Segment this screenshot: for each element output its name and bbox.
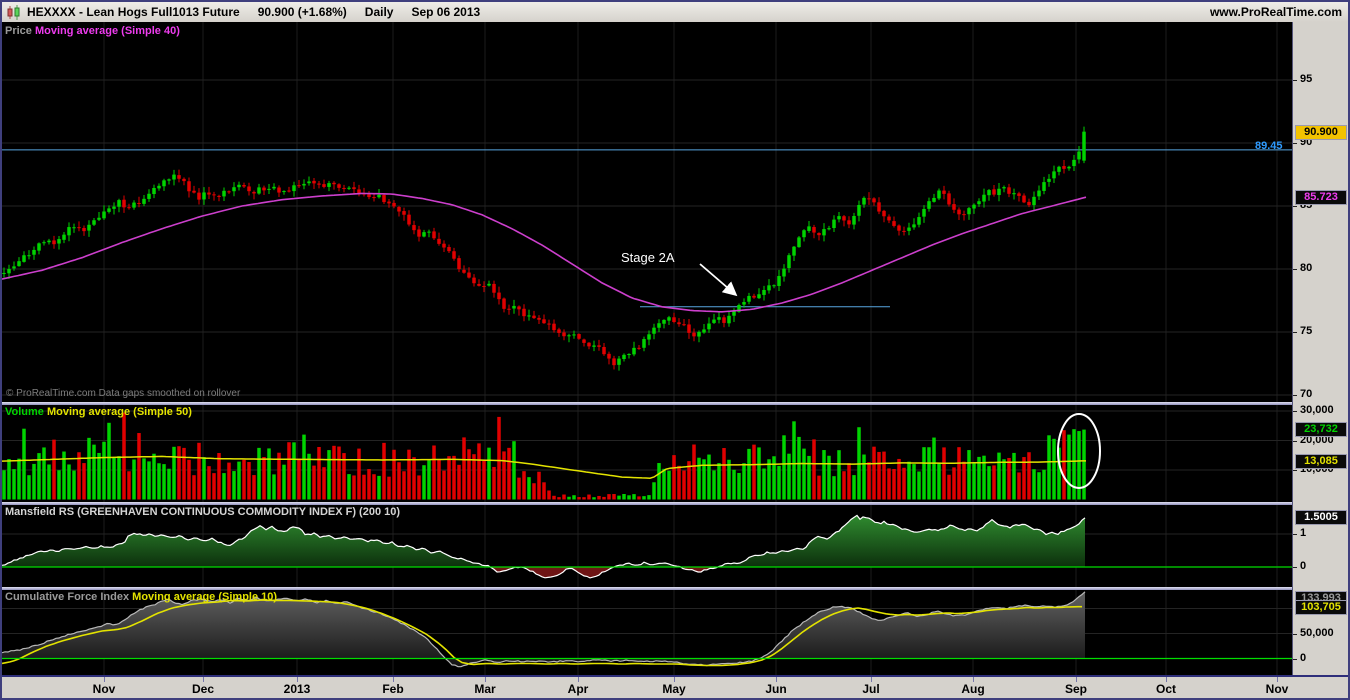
volume-panel-label: Volume Moving average (Simple 50)	[5, 406, 192, 418]
panel-divider[interactable]	[2, 402, 1292, 405]
axis-tick-mark	[1293, 143, 1297, 144]
volume-value-badge: 13,085	[1295, 453, 1347, 469]
price-value-badge: 85.723	[1295, 189, 1347, 205]
axis-tick-mark	[1293, 633, 1297, 635]
axis-tick-label: 30,000	[1300, 404, 1334, 416]
time-axis-bar[interactable]: Nov Dec 2013 Feb Mar Apr May Jun Jul Aug Sep Oct Nov	[2, 675, 1348, 698]
month-label[interactable]: Aug	[951, 682, 995, 696]
month-label[interactable]: Feb	[371, 682, 415, 696]
price-ma-label[interactable]: Moving average (Simple 40)	[35, 25, 180, 37]
volume-label: Volume	[5, 406, 44, 418]
month-label[interactable]: Oct	[1144, 682, 1188, 696]
cfi-value-badge: 103,705	[1295, 599, 1347, 615]
axis-tick-mark	[1293, 567, 1297, 568]
axis-tick-mark	[1293, 332, 1297, 333]
volume-ma-label[interactable]: Moving average (Simple 50)	[47, 406, 192, 418]
mansfield-label[interactable]: Mansfield RS (GREENHAVEN CONTINUOUS COMM…	[5, 506, 400, 518]
month-label[interactable]: Nov	[1255, 682, 1299, 696]
copyright-note: © ProRealTime.com Data gaps smoothed on …	[6, 388, 241, 399]
axis-tick-mark	[1293, 395, 1297, 396]
axis-tick-mark	[1293, 269, 1297, 270]
cfi-label: Cumulative Force Index	[5, 591, 130, 603]
cfi-panel-label: Cumulative Force Index Moving average (S…	[5, 591, 277, 603]
axis-tick-label: 0	[1300, 651, 1307, 664]
stage-annotation[interactable]: Stage 2A	[621, 250, 675, 265]
month-label[interactable]: 2013	[275, 682, 319, 696]
month-label[interactable]: Dec	[181, 682, 225, 696]
axis-tick-label: 80	[1300, 262, 1313, 274]
panel-divider[interactable]	[2, 587, 1292, 590]
month-label[interactable]: May	[652, 682, 696, 696]
volume-value-badge: 23,732	[1295, 422, 1347, 438]
axis-tick-label: 50,000	[1300, 626, 1334, 639]
axis-tick-label: 1	[1300, 527, 1307, 539]
month-label[interactable]: Jul	[849, 682, 893, 696]
price-label: Price	[5, 25, 32, 37]
month-label[interactable]: Mar	[463, 682, 507, 696]
axis-tick-label: 75	[1300, 325, 1313, 337]
chart-canvas[interactable]	[2, 2, 1292, 675]
price-panel-label: Price Moving average (Simple 40)	[5, 25, 180, 37]
cfi-ma-label[interactable]: Moving average (Simple 10)	[132, 591, 277, 603]
month-label[interactable]: Jun	[754, 682, 798, 696]
axis-tick-label: 0	[1300, 560, 1307, 572]
axis-tick-mark	[1293, 534, 1297, 535]
month-label[interactable]: Sep	[1054, 682, 1098, 696]
axis-tick-label: 95	[1300, 73, 1313, 85]
hline-value-label: 89.45	[1255, 140, 1283, 152]
axis-tick-mark	[1293, 411, 1297, 412]
mansfield-value-badge: 1.5005	[1295, 510, 1347, 526]
month-label[interactable]: Apr	[556, 682, 600, 696]
trading-chart-window: HEXXXX - Lean Hogs Full1013 Future 90.90…	[0, 0, 1350, 700]
price-value-badge: 90.900	[1295, 124, 1347, 140]
month-label[interactable]: Nov	[82, 682, 126, 696]
panel-divider[interactable]	[2, 502, 1292, 505]
axis-tick-mark	[1293, 470, 1297, 471]
axis-tick-label: 70	[1300, 388, 1313, 400]
axis-tick-mark	[1293, 206, 1297, 207]
axis-tick-mark	[1293, 658, 1297, 660]
price-axis-column[interactable]: 95 90 85 80 75 70 30,000 20,000 10,000 1 0 50,000 0 9…	[1292, 22, 1348, 675]
axis-tick-mark	[1293, 80, 1297, 81]
axis-tick-mark	[1293, 440, 1297, 442]
